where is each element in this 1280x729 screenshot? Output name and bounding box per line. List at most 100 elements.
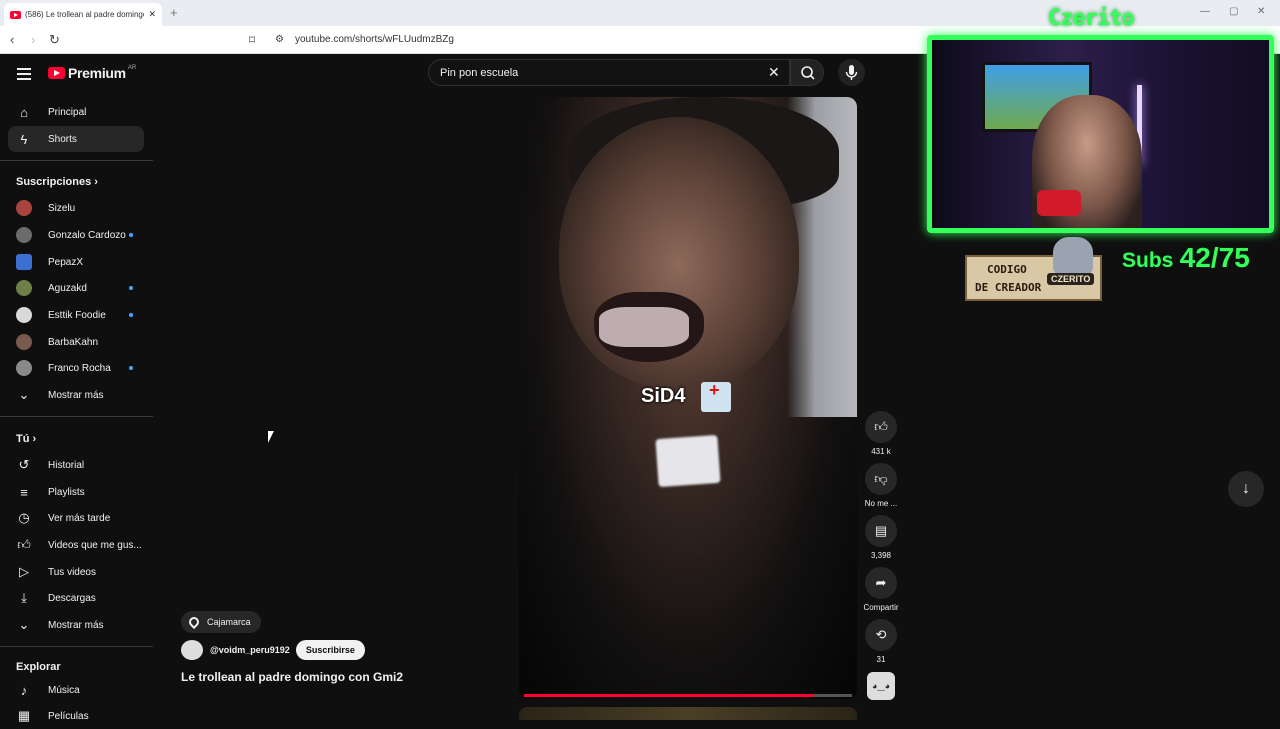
chevron-down-icon: ⌄ [18, 387, 30, 402]
new-tab-button[interactable]: + [170, 5, 178, 20]
clear-search-icon[interactable]: ✕ [768, 64, 780, 81]
subscriptions-header[interactable]: Suscripciones › [16, 176, 98, 188]
your-videos-icon: ▷ [19, 564, 29, 579]
remix-button[interactable]: ⟲ [865, 619, 897, 651]
short-video-player[interactable]: SiD4 [519, 97, 857, 699]
sidebar-item-aguzakd[interactable]: Aguzakd [8, 275, 144, 301]
bookmark-icon[interactable]: ⌑ [249, 33, 255, 47]
new-content-dot [129, 313, 133, 317]
channel-avatar[interactable] [181, 640, 203, 660]
back-icon[interactable]: ‹ [10, 32, 14, 47]
divider [0, 416, 153, 417]
sidebar-item-tus-videos[interactable]: ▷ Tus videos [8, 559, 144, 585]
browser-tab[interactable]: (586) Le trollean al padre domingo ✕ [4, 3, 162, 26]
history-icon: ↺ [18, 457, 30, 472]
maximize-icon[interactable]: ▢ [1229, 6, 1238, 17]
menu-icon[interactable] [17, 68, 31, 83]
sidebar-item-label: Videos que me gus... [48, 539, 142, 551]
thumbs-up-icon: 👍︎ [17, 537, 31, 552]
channel-handle[interactable]: @voidm_peru9192 [210, 645, 290, 655]
sidebar-item-label: PepazX [48, 256, 84, 268]
dislike-button[interactable]: 👎︎ [865, 463, 897, 495]
reload-icon[interactable]: ↻ [49, 32, 60, 48]
youtube-play-icon [48, 67, 65, 79]
sidebar-item-label: Shorts [48, 133, 77, 145]
sidebar-item-shorts[interactable]: ϟ Shorts [8, 126, 144, 152]
avatar [16, 227, 32, 243]
creator-code-banner: CODIGO DE CREADOR CZERITO [965, 237, 1102, 301]
music-icon: ♪ [20, 682, 28, 698]
sidebar-item-historial[interactable]: ↺ Historial [8, 452, 144, 478]
location-chip[interactable]: Cajamarca [181, 611, 261, 633]
streamer-name: Czerito [1048, 6, 1135, 31]
arrow-down-icon: ↓ [1242, 480, 1250, 497]
location-pin-icon [186, 614, 202, 630]
location-label: Cajamarca [207, 617, 251, 627]
home-icon: ⌂ [20, 104, 28, 120]
sidebar-item-label: BarbaKahn [48, 336, 99, 348]
next-short-button[interactable]: ↓ [1228, 471, 1264, 507]
video-subject-teeth [599, 307, 689, 347]
search-box[interactable]: Pin pon escuela ✕ [428, 59, 790, 86]
video-progress-bar[interactable] [524, 694, 852, 697]
divider [0, 160, 153, 161]
sidebar-item-pepazx[interactable]: PepazX [8, 249, 144, 275]
youtube-logo[interactable]: Premium AR [48, 65, 136, 81]
avatar [16, 280, 32, 296]
forward-icon[interactable]: › [31, 32, 35, 47]
film-icon: ▦ [17, 708, 31, 723]
sidebar-item-label: Historial [48, 459, 85, 471]
sidebar-item-barbakahn[interactable]: BarbaKahn [8, 329, 144, 355]
sidebar-item-principal[interactable]: ⌂ Principal [8, 99, 144, 125]
avatar [16, 334, 32, 350]
comment-count: 3,398 [870, 551, 892, 560]
comments-button[interactable]: ▤ [865, 515, 897, 547]
sidebar-item-label: Gonzalo Cardozo [48, 229, 126, 241]
short-title[interactable]: Le trollean al padre domingo con Gmi2 [181, 670, 403, 684]
subs-counter: Subs 42/75 [1122, 242, 1250, 274]
like-button[interactable]: 👍︎ [865, 411, 897, 443]
you-header[interactable]: Tú › [16, 433, 36, 445]
sidebar-item-label: Tus videos [48, 566, 96, 578]
tab-close-icon[interactable]: ✕ [148, 9, 156, 20]
sound-thumbnail[interactable]: ◕‿◕ [867, 672, 895, 700]
sidebar-item-label: Descargas [48, 592, 96, 604]
sidebar-item-liked-videos[interactable]: 👍︎ Videos que me gus... [8, 532, 144, 558]
share-button[interactable]: ➦ [865, 567, 897, 599]
sidebar-item-esttik-foodie[interactable]: Esttik Foodie [8, 302, 144, 328]
next-short-preview[interactable] [519, 707, 857, 720]
mascot-icon [1053, 237, 1093, 275]
site-info-icon[interactable]: ⚙ [275, 34, 284, 45]
sidebar-item-sizelu[interactable]: Sizelu [8, 195, 144, 221]
sidebar-show-more-you[interactable]: ⌄ Mostrar más [8, 612, 144, 638]
search-input[interactable]: Pin pon escuela [440, 67, 518, 79]
minimize-icon[interactable]: — [1200, 6, 1210, 17]
voice-search-button[interactable] [838, 59, 865, 86]
share-icon: ➦ [875, 575, 887, 590]
search-button[interactable] [790, 59, 824, 86]
sidebar-item-label: Ver más tarde [48, 512, 111, 524]
sidebar-item-label: Mostrar más [48, 619, 104, 631]
sidebar-item-gonzalo-cardozo[interactable]: Gonzalo Cardozo [8, 222, 144, 248]
url-field[interactable]: youtube.com/shorts/wFLUudmzBZg [295, 34, 454, 45]
sidebar-item-descargas[interactable]: ⤓ Descargas [8, 585, 144, 611]
subscribe-button[interactable]: Suscribirse [295, 640, 365, 660]
subs-label: Subs [1122, 249, 1174, 272]
thumbs-up-icon: 👍︎ [874, 419, 888, 434]
sidebar-item-playlists[interactable]: ≡ Playlists [8, 479, 144, 505]
sidebar-item-musica[interactable]: ♪ Música [8, 677, 144, 703]
webcam-microphone [1037, 190, 1081, 216]
sidebar: Premium AR ⌂ Principal ϟ Shorts Suscripc… [0, 54, 160, 723]
sidebar-item-franco-rocha[interactable]: Franco Rocha [8, 355, 144, 381]
search-icon [801, 66, 815, 80]
sidebar-item-label: Mostrar más [48, 389, 104, 401]
sidebar-item-ver-mas-tarde[interactable]: ◷ Ver más tarde [8, 505, 144, 531]
window-close-icon[interactable]: ✕ [1257, 6, 1265, 17]
sidebar-show-more-subscriptions[interactable]: ⌄ Mostrar más [8, 382, 144, 408]
clock-icon: ◷ [18, 510, 30, 525]
divider [0, 646, 153, 647]
sidebar-item-label: Música [48, 684, 80, 696]
mouse-cursor-icon [268, 431, 274, 443]
sidebar-item-peliculas[interactable]: ▦ Películas [8, 703, 144, 729]
hospital-emoji-icon [701, 380, 731, 412]
